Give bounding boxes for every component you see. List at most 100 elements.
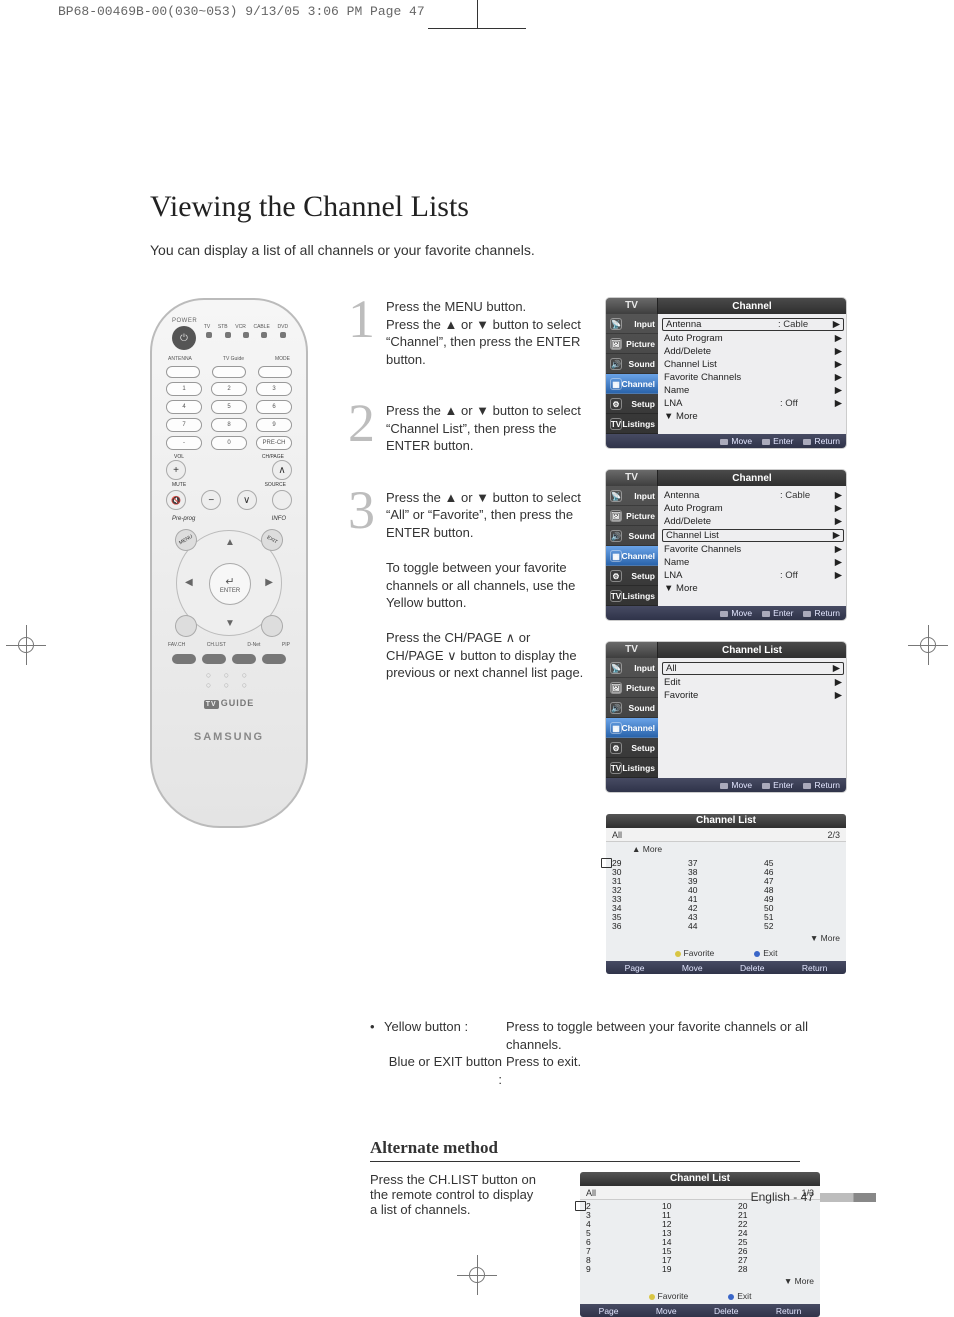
osd-row[interactable]: LNA: Off▶ — [664, 569, 842, 582]
channel-number[interactable]: 13 — [662, 1229, 738, 1238]
dnet-button[interactable] — [232, 654, 256, 664]
osd-row[interactable]: Auto Program▶ — [664, 502, 842, 515]
osd-row[interactable]: Add/Delete▶ — [664, 345, 842, 358]
osd-row[interactable]: Favorite Channels▶ — [664, 543, 842, 556]
osd-row[interactable]: Channel List▶ — [662, 529, 844, 542]
num-8[interactable]: 8 — [211, 418, 247, 432]
osd-side-picture[interactable]: 🖼Picture — [606, 506, 658, 526]
favch-button[interactable] — [172, 654, 196, 664]
num-6[interactable]: 6 — [256, 400, 292, 414]
channel-number[interactable]: 29 — [612, 859, 688, 868]
channel-number[interactable]: 30 — [612, 868, 688, 877]
corner-bl-button[interactable] — [171, 611, 201, 641]
channel-number[interactable]: 11 — [662, 1211, 738, 1220]
exit-button[interactable]: EXIT — [257, 525, 287, 555]
channel-number[interactable]: 28 — [738, 1265, 814, 1274]
channel-number[interactable]: 32 — [612, 886, 688, 895]
osd-side-channel[interactable]: ▦Channel — [606, 718, 658, 738]
osd-side-sound[interactable]: 🔊Sound — [606, 354, 658, 374]
num-7[interactable]: 7 — [166, 418, 202, 432]
osd-row[interactable]: LNA: Off▶ — [664, 397, 842, 410]
channel-number[interactable]: 21 — [738, 1211, 814, 1220]
channel-number[interactable]: 41 — [688, 895, 764, 904]
channel-number[interactable]: 14 — [662, 1238, 738, 1247]
channel-number[interactable]: 51 — [764, 913, 840, 922]
ch-up[interactable]: ∧ — [272, 460, 292, 480]
osd-row[interactable]: All▶ — [662, 662, 844, 675]
channel-number[interactable]: 6 — [586, 1238, 662, 1247]
osd-side-input[interactable]: 📡Input — [606, 658, 658, 678]
channel-number[interactable]: 5 — [586, 1229, 662, 1238]
num-1[interactable]: 1 — [166, 382, 202, 396]
channel-number[interactable]: 40 — [688, 886, 764, 895]
ch-down[interactable]: ∨ — [237, 490, 257, 510]
channel-number[interactable]: 25 — [738, 1238, 814, 1247]
channel-number[interactable]: 34 — [612, 904, 688, 913]
channel-number[interactable]: 4 — [586, 1220, 662, 1229]
channel-number[interactable]: 46 — [764, 868, 840, 877]
osd-row[interactable]: Add/Delete▶ — [664, 515, 842, 528]
down-arrow-icon[interactable]: ▼ — [225, 618, 235, 629]
channel-number[interactable]: 2 — [586, 1202, 662, 1211]
chlist-button[interactable] — [202, 654, 226, 664]
source-button[interactable] — [272, 490, 292, 510]
channel-number[interactable]: 42 — [688, 904, 764, 913]
osd-row[interactable]: Antenna: Cable▶ — [662, 318, 844, 331]
channel-number[interactable]: 19 — [662, 1265, 738, 1274]
num-4[interactable]: 4 — [166, 400, 202, 414]
channel-number[interactable]: 8 — [586, 1256, 662, 1265]
channel-number[interactable]: 52 — [764, 922, 840, 931]
num-0[interactable]: 0 — [211, 436, 247, 450]
osd-row[interactable]: Favorite Channels▶ — [664, 371, 842, 384]
channel-number[interactable]: 15 — [662, 1247, 738, 1256]
osd-row[interactable]: Auto Program▶ — [664, 332, 842, 345]
nav-pad[interactable]: MENU EXIT ▲ ▼ ◀ ▶ ↵ ENTER — [176, 530, 282, 636]
channel-number[interactable]: 7 — [586, 1247, 662, 1256]
channel-number[interactable]: 27 — [738, 1256, 814, 1265]
osd-side-input[interactable]: 📡Input — [606, 486, 658, 506]
osd-row[interactable]: Antenna: Cable▶ — [664, 489, 842, 502]
osd-row[interactable]: Edit▶ — [664, 676, 842, 689]
osd-side-sound[interactable]: 🔊Sound — [606, 526, 658, 546]
channel-number[interactable]: 12 — [662, 1220, 738, 1229]
power-button[interactable]: ⏻ — [172, 326, 196, 350]
channel-number[interactable]: 26 — [738, 1247, 814, 1256]
channel-number[interactable]: 3 — [586, 1211, 662, 1220]
osd-row[interactable]: ▼ More — [664, 410, 842, 423]
channel-number[interactable]: 50 — [764, 904, 840, 913]
channel-number[interactable]: 24 — [738, 1229, 814, 1238]
osd-side-picture[interactable]: 🖼Picture — [606, 678, 658, 698]
channel-number[interactable]: 43 — [688, 913, 764, 922]
dash-button[interactable]: - — [166, 436, 202, 450]
tvguide-button[interactable] — [212, 366, 246, 378]
channel-number[interactable]: 45 — [764, 859, 840, 868]
channel-number[interactable]: 44 — [688, 922, 764, 931]
osd-row[interactable]: ▼ More — [664, 582, 842, 595]
osd-side-sound[interactable]: 🔊Sound — [606, 698, 658, 718]
channel-number[interactable]: 35 — [612, 913, 688, 922]
channel-number[interactable]: 10 — [662, 1202, 738, 1211]
channel-number[interactable]: 49 — [764, 895, 840, 904]
antenna-button[interactable] — [166, 366, 200, 378]
enter-button[interactable]: ↵ ENTER — [209, 563, 251, 605]
osd-side-listings[interactable]: TVListings — [606, 758, 658, 778]
menu-button[interactable]: MENU — [171, 525, 201, 555]
osd-side-setup[interactable]: ⚙Setup — [606, 394, 658, 414]
channel-number[interactable]: 36 — [612, 922, 688, 931]
channel-number[interactable]: 48 — [764, 886, 840, 895]
osd-side-picture[interactable]: 🖼Picture — [606, 334, 658, 354]
osd-row[interactable]: Channel List▶ — [664, 358, 842, 371]
osd-row[interactable]: Name▶ — [664, 384, 842, 397]
mode-button[interactable] — [258, 366, 292, 378]
mute-button[interactable]: 🔇 — [166, 490, 186, 510]
channel-number[interactable]: 31 — [612, 877, 688, 886]
osd-row[interactable]: Name▶ — [664, 556, 842, 569]
channel-number[interactable]: 17 — [662, 1256, 738, 1265]
channel-number[interactable]: 33 — [612, 895, 688, 904]
num-3[interactable]: 3 — [256, 382, 292, 396]
channel-number[interactable]: 47 — [764, 877, 840, 886]
num-2[interactable]: 2 — [211, 382, 247, 396]
osd-side-channel[interactable]: ▦Channel — [606, 546, 658, 566]
right-arrow-icon[interactable]: ▶ — [265, 577, 273, 588]
num-9[interactable]: 9 — [256, 418, 292, 432]
